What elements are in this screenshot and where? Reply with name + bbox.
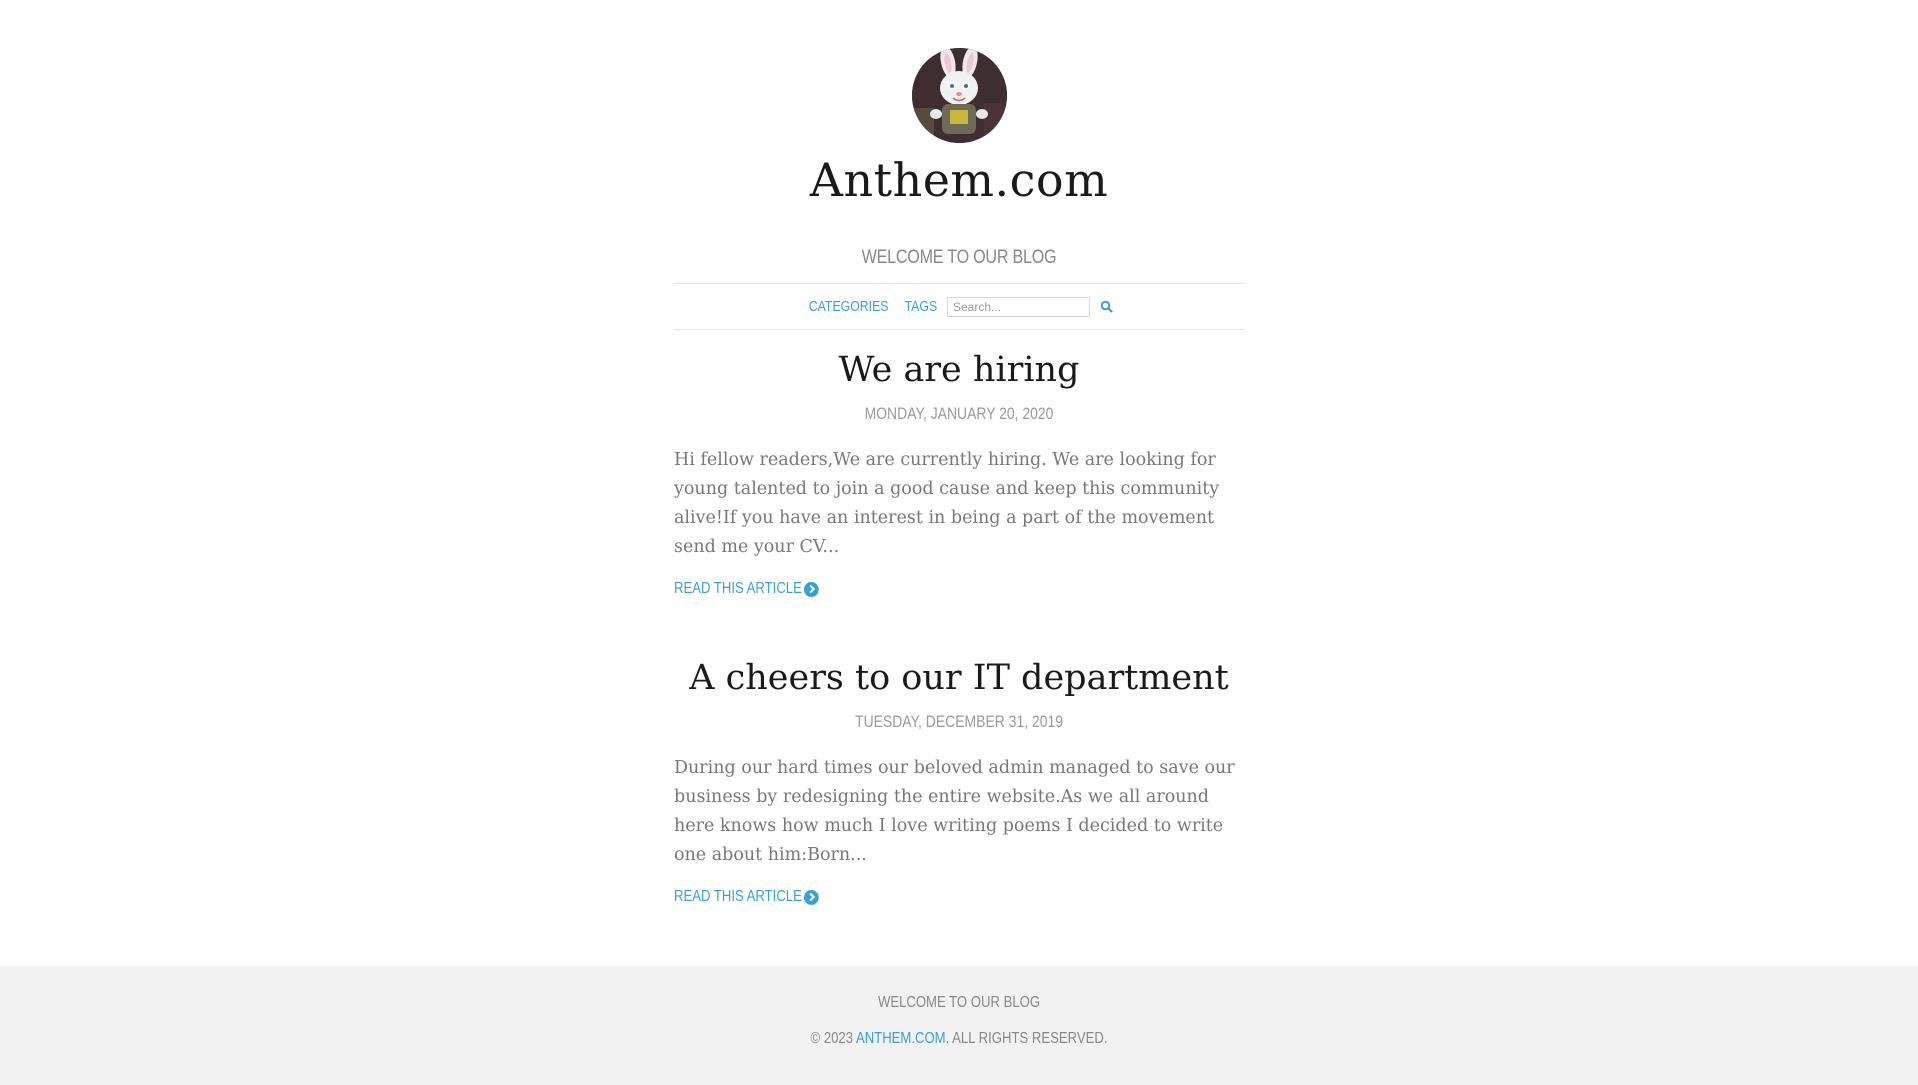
avatar[interactable]: [911, 48, 1007, 143]
footer-site-link[interactable]: ANTHEM.COM: [856, 1030, 946, 1047]
read-article-label: READ THIS ARTICLE: [674, 888, 802, 905]
post-excerpt: Hi fellow readers,We are currently hirin…: [674, 450, 1220, 557]
read-article-link[interactable]: READ THIS ARTICLE: [674, 580, 819, 598]
post-title[interactable]: We are hiring: [674, 346, 1244, 394]
site-title[interactable]: Anthem.com: [674, 149, 1244, 211]
post-list: We are hiring MONDAY, JANUARY 20, 2020 H…: [674, 346, 1244, 906]
main-nav: CATEGORIES TAGS: [674, 283, 1244, 330]
footer-tagline: WELCOME TO OUR BLOG: [877, 994, 1041, 1011]
footer-copyright: © 2023 ANTHEM.COM. ALL RIGHTS RESERVED.: [173, 1030, 1746, 1048]
bunny-avatar-image: [911, 48, 1007, 143]
read-article-label: READ THIS ARTICLE: [674, 580, 802, 597]
search-icon: [1101, 300, 1114, 313]
post-date: MONDAY, JANUARY 20, 2020: [864, 404, 1054, 423]
search-input[interactable]: [946, 296, 1090, 317]
post-excerpt: During our hard times our beloved admin …: [674, 758, 1235, 865]
post-date: TUESDAY, DECEMBER 31, 2019: [855, 712, 1063, 731]
site-footer: WELCOME TO OUR BLOG © 2023 ANTHEM.COM. A…: [0, 966, 1918, 1085]
chevron-circle-right-icon: [803, 581, 819, 597]
post-card: We are hiring MONDAY, JANUARY 20, 2020 H…: [674, 346, 1244, 598]
post-title[interactable]: A cheers to our IT department: [674, 654, 1244, 702]
site-header: Anthem.com WELCOME TO OUR BLOG: [674, 0, 1244, 269]
copyright-year: © 2023: [810, 1030, 854, 1047]
read-article-link[interactable]: READ THIS ARTICLE: [674, 888, 819, 906]
rights-text: . ALL RIGHTS RESERVED.: [945, 1030, 1108, 1047]
site-tagline: WELCOME TO OUR BLOG: [861, 247, 1057, 268]
nav-categories-link[interactable]: CATEGORIES: [809, 298, 889, 315]
nav-tags-link[interactable]: TAGS: [905, 298, 938, 315]
chevron-circle-right-icon: [803, 889, 819, 905]
post-card: A cheers to our IT department TUESDAY, D…: [674, 654, 1244, 906]
search-button[interactable]: [1096, 296, 1118, 318]
